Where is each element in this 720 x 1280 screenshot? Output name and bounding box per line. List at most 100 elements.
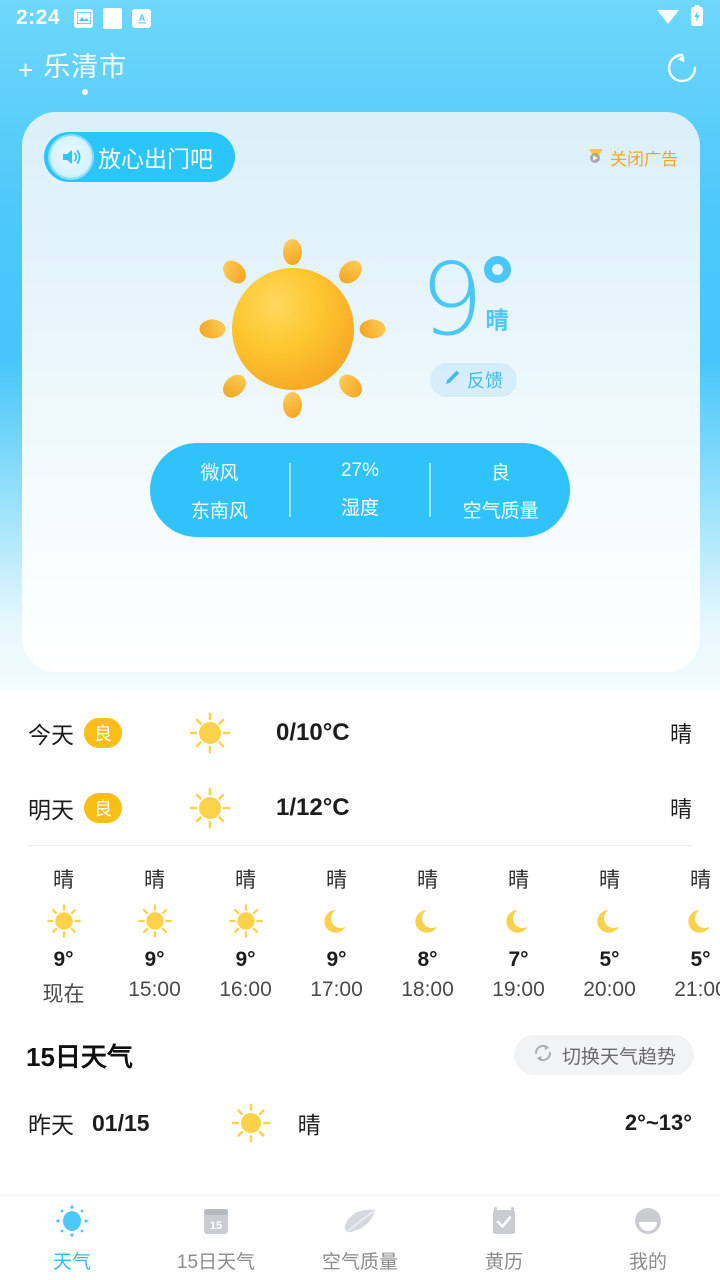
day-row-tomorrow[interactable]: 明天 良 1/12°C 晴 xyxy=(0,770,720,845)
font-size-a-icon: A xyxy=(132,8,152,28)
calendar-check-icon xyxy=(487,1202,521,1240)
wind-strength: 微风 xyxy=(200,462,239,484)
hour-temperature: 8° xyxy=(417,948,438,971)
current-weather-card: 放心出门吧 关闭广告 9 晴 反馈 xyxy=(22,112,700,672)
sun-icon xyxy=(226,898,266,944)
status-bar-notification-icons: A xyxy=(74,7,152,29)
person-icon xyxy=(631,1202,665,1240)
pencil-icon xyxy=(444,369,461,391)
hourly-item[interactable]: 晴 5° 21:00 xyxy=(655,850,720,1010)
refresh-icon xyxy=(665,51,699,90)
calendar-15-icon: 15 xyxy=(199,1202,233,1240)
switch-refresh-icon xyxy=(532,1042,554,1069)
yesterday-condition: 晴 xyxy=(297,1112,321,1138)
refresh-button[interactable] xyxy=(662,50,702,90)
detail-air-quality: 良 空气质量 xyxy=(431,458,570,523)
hourly-item[interactable]: 晴 9° 现在 xyxy=(18,850,109,1010)
weather-details-pill[interactable]: 微风 东南风 27% 湿度 良 空气质量 xyxy=(150,443,570,537)
sun-core xyxy=(232,267,354,390)
yesterday-date: 01/15 xyxy=(92,1109,150,1136)
hourly-forecast-strip[interactable]: 晴 9° 现在 晴 9° 15:00 晴 9° 16:00 晴 9° 17:00… xyxy=(0,850,720,1010)
nav-label: 空气质量 xyxy=(321,1252,398,1273)
nav-label: 天气 xyxy=(52,1252,91,1273)
city-selector[interactable]: 乐清市 xyxy=(43,45,127,95)
fifteen-day-section: 15日天气 切换天气趋势 昨天 01/15 晴 2°~13° xyxy=(0,1022,720,1158)
hourly-item[interactable]: 晴 9° 15:00 xyxy=(109,850,200,1010)
nav-label: 我的 xyxy=(628,1252,667,1273)
detail-humidity: 27% 湿度 xyxy=(291,460,430,520)
day-condition: 晴 xyxy=(669,721,692,747)
hour-condition: 晴 xyxy=(690,869,711,892)
hour-condition: 晴 xyxy=(235,869,256,892)
svg-text:15: 15 xyxy=(210,1220,222,1232)
gem-icon xyxy=(585,145,607,170)
hour-condition: 晴 xyxy=(599,869,620,892)
hour-condition: 晴 xyxy=(144,869,165,892)
sun-icon xyxy=(228,1101,274,1145)
feedback-button[interactable]: 反馈 xyxy=(430,362,517,397)
nav-label: 黄历 xyxy=(484,1252,523,1273)
status-bar-system-icons xyxy=(656,4,704,32)
yesterday-row[interactable]: 昨天 01/15 晴 2°~13° xyxy=(0,1088,720,1158)
nav-item-profile[interactable]: 我的 xyxy=(576,1202,720,1274)
status-bar-clock: 2:24 xyxy=(16,6,61,29)
day-condition: 晴 xyxy=(669,796,692,822)
current-temperature: 9 xyxy=(420,240,484,358)
day-label: 今天 xyxy=(28,721,74,748)
hour-time: 现在 xyxy=(42,983,85,1006)
nav-item-fifteen-day[interactable]: 15 15日天气 xyxy=(144,1202,288,1274)
hour-time: 18:00 xyxy=(401,978,454,1001)
nav-item-almanac[interactable]: 黄历 xyxy=(432,1202,576,1274)
voice-broadcast-button[interactable]: 放心出门吧 xyxy=(44,132,235,182)
sun-icon xyxy=(186,710,234,756)
hour-time: 21:00 xyxy=(674,978,720,1001)
hour-condition: 晴 xyxy=(417,869,438,892)
hour-temperature: 9° xyxy=(53,948,74,971)
moon-icon xyxy=(499,898,539,944)
close-ad-label: 关闭广告 xyxy=(610,149,678,169)
temperature-block: 9 晴 反馈 xyxy=(420,240,517,397)
hour-condition: 晴 xyxy=(53,869,74,892)
day-row-today[interactable]: 今天 良 0/10°C 晴 xyxy=(0,695,720,770)
section-header: 15日天气 切换天气趋势 xyxy=(0,1022,720,1088)
nav-label: 15日天气 xyxy=(176,1252,256,1273)
humidity-label: 湿度 xyxy=(341,498,380,519)
switch-trend-label: 切换天气趋势 xyxy=(561,1046,676,1068)
sun-icon xyxy=(135,898,175,944)
hour-condition: 晴 xyxy=(326,869,347,892)
air-quality-value: 良 xyxy=(491,462,511,484)
hourly-item[interactable]: 晴 8° 18:00 xyxy=(382,850,473,1010)
nav-item-air-quality[interactable]: 空气质量 xyxy=(288,1202,432,1274)
hour-time: 20:00 xyxy=(583,978,636,1001)
yesterday-label: 昨天 xyxy=(28,1112,74,1138)
status-bar: 2:24 A xyxy=(0,0,720,36)
sun-icon xyxy=(199,238,386,418)
current-condition-label: 晴 xyxy=(485,306,509,333)
bottom-navigation-bar: 天气 15 15日天气 空气质量 黄历 我的 xyxy=(0,1195,720,1280)
day-label: 明天 xyxy=(28,796,74,823)
day-temperature-range: 0/10°C xyxy=(276,718,350,746)
close-ad-button[interactable]: 关闭广告 xyxy=(585,145,678,170)
voice-broadcast-label: 放心出门吧 xyxy=(98,146,213,172)
city-name-label: 乐清市 xyxy=(43,52,128,82)
add-city-button[interactable]: + xyxy=(18,57,33,83)
wind-direction: 东南风 xyxy=(190,500,248,522)
sun-icon xyxy=(44,898,84,944)
hourly-item[interactable]: 晴 5° 20:00 xyxy=(564,850,655,1010)
page-indicator-dot xyxy=(82,89,89,95)
switch-trend-button[interactable]: 切换天气趋势 xyxy=(513,1035,694,1075)
hour-temperature: 9° xyxy=(235,948,256,971)
white-square-icon xyxy=(103,7,123,29)
hourly-item[interactable]: 晴 7° 19:00 xyxy=(473,850,564,1010)
hour-temperature: 7° xyxy=(508,948,529,971)
daily-summary-rows: 今天 良 0/10°C 晴 明天 良 1/12°C 晴 xyxy=(0,695,720,846)
hourly-item[interactable]: 晴 9° 16:00 xyxy=(200,850,291,1010)
hour-temperature: 5° xyxy=(599,948,620,971)
moon-icon xyxy=(408,898,448,944)
nav-item-weather[interactable]: 天气 xyxy=(0,1202,144,1274)
hour-time: 16:00 xyxy=(219,978,272,1001)
speaker-icon xyxy=(50,136,92,178)
degree-symbol-icon xyxy=(483,255,511,283)
hourly-item[interactable]: 晴 9° 17:00 xyxy=(291,850,382,1010)
hour-time: 15:00 xyxy=(128,978,181,1001)
